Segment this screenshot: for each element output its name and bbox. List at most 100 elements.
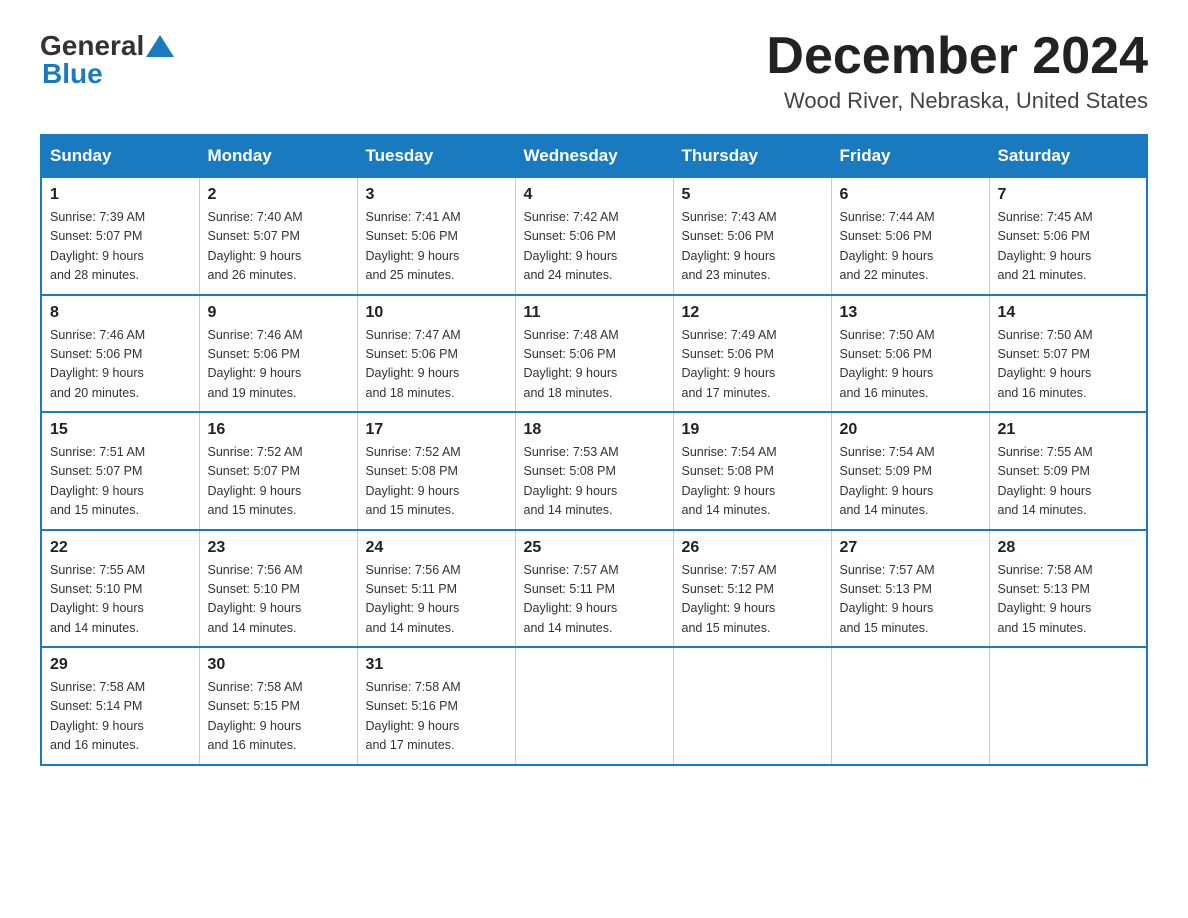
day-number: 2 bbox=[208, 186, 349, 204]
calendar-cell: 2 Sunrise: 7:40 AM Sunset: 5:07 PM Dayli… bbox=[199, 177, 357, 295]
calendar-cell: 15 Sunrise: 7:51 AM Sunset: 5:07 PM Dayl… bbox=[41, 412, 199, 530]
day-number: 22 bbox=[50, 539, 191, 557]
calendar-cell: 10 Sunrise: 7:47 AM Sunset: 5:06 PM Dayl… bbox=[357, 295, 515, 413]
day-number: 9 bbox=[208, 304, 349, 322]
calendar-cell: 8 Sunrise: 7:46 AM Sunset: 5:06 PM Dayli… bbox=[41, 295, 199, 413]
day-info: Sunrise: 7:50 AM Sunset: 5:06 PM Dayligh… bbox=[840, 326, 981, 404]
day-info: Sunrise: 7:44 AM Sunset: 5:06 PM Dayligh… bbox=[840, 208, 981, 286]
calendar-cell: 4 Sunrise: 7:42 AM Sunset: 5:06 PM Dayli… bbox=[515, 177, 673, 295]
calendar-cell: 22 Sunrise: 7:55 AM Sunset: 5:10 PM Dayl… bbox=[41, 530, 199, 648]
day-info: Sunrise: 7:53 AM Sunset: 5:08 PM Dayligh… bbox=[524, 443, 665, 521]
day-number: 23 bbox=[208, 539, 349, 557]
day-number: 31 bbox=[366, 656, 507, 674]
calendar-week-row: 15 Sunrise: 7:51 AM Sunset: 5:07 PM Dayl… bbox=[41, 412, 1147, 530]
calendar-table: SundayMondayTuesdayWednesdayThursdayFrid… bbox=[40, 134, 1148, 766]
calendar-week-row: 29 Sunrise: 7:58 AM Sunset: 5:14 PM Dayl… bbox=[41, 647, 1147, 765]
day-info: Sunrise: 7:45 AM Sunset: 5:06 PM Dayligh… bbox=[998, 208, 1139, 286]
calendar-header-monday: Monday bbox=[199, 135, 357, 177]
day-number: 15 bbox=[50, 421, 191, 439]
day-info: Sunrise: 7:52 AM Sunset: 5:07 PM Dayligh… bbox=[208, 443, 349, 521]
day-number: 27 bbox=[840, 539, 981, 557]
day-info: Sunrise: 7:57 AM Sunset: 5:12 PM Dayligh… bbox=[682, 561, 823, 639]
day-number: 25 bbox=[524, 539, 665, 557]
day-number: 24 bbox=[366, 539, 507, 557]
day-info: Sunrise: 7:51 AM Sunset: 5:07 PM Dayligh… bbox=[50, 443, 191, 521]
day-info: Sunrise: 7:48 AM Sunset: 5:06 PM Dayligh… bbox=[524, 326, 665, 404]
calendar-header-thursday: Thursday bbox=[673, 135, 831, 177]
day-number: 4 bbox=[524, 186, 665, 204]
calendar-cell: 23 Sunrise: 7:56 AM Sunset: 5:10 PM Dayl… bbox=[199, 530, 357, 648]
calendar-cell bbox=[515, 647, 673, 765]
calendar-cell: 17 Sunrise: 7:52 AM Sunset: 5:08 PM Dayl… bbox=[357, 412, 515, 530]
location-title: Wood River, Nebraska, United States bbox=[766, 88, 1148, 114]
calendar-cell: 18 Sunrise: 7:53 AM Sunset: 5:08 PM Dayl… bbox=[515, 412, 673, 530]
calendar-header-row: SundayMondayTuesdayWednesdayThursdayFrid… bbox=[41, 135, 1147, 177]
logo-triangle-icon bbox=[146, 35, 174, 57]
day-info: Sunrise: 7:46 AM Sunset: 5:06 PM Dayligh… bbox=[208, 326, 349, 404]
day-info: Sunrise: 7:41 AM Sunset: 5:06 PM Dayligh… bbox=[366, 208, 507, 286]
calendar-cell: 5 Sunrise: 7:43 AM Sunset: 5:06 PM Dayli… bbox=[673, 177, 831, 295]
calendar-cell: 7 Sunrise: 7:45 AM Sunset: 5:06 PM Dayli… bbox=[989, 177, 1147, 295]
calendar-header-tuesday: Tuesday bbox=[357, 135, 515, 177]
calendar-cell: 30 Sunrise: 7:58 AM Sunset: 5:15 PM Dayl… bbox=[199, 647, 357, 765]
day-number: 17 bbox=[366, 421, 507, 439]
calendar-header-sunday: Sunday bbox=[41, 135, 199, 177]
title-block: December 2024 Wood River, Nebraska, Unit… bbox=[766, 30, 1148, 114]
calendar-cell: 21 Sunrise: 7:55 AM Sunset: 5:09 PM Dayl… bbox=[989, 412, 1147, 530]
day-number: 26 bbox=[682, 539, 823, 557]
calendar-cell: 13 Sunrise: 7:50 AM Sunset: 5:06 PM Dayl… bbox=[831, 295, 989, 413]
day-info: Sunrise: 7:56 AM Sunset: 5:11 PM Dayligh… bbox=[366, 561, 507, 639]
day-number: 30 bbox=[208, 656, 349, 674]
day-number: 8 bbox=[50, 304, 191, 322]
day-info: Sunrise: 7:58 AM Sunset: 5:14 PM Dayligh… bbox=[50, 678, 191, 756]
day-info: Sunrise: 7:57 AM Sunset: 5:13 PM Dayligh… bbox=[840, 561, 981, 639]
day-number: 11 bbox=[524, 304, 665, 322]
day-number: 29 bbox=[50, 656, 191, 674]
calendar-cell: 9 Sunrise: 7:46 AM Sunset: 5:06 PM Dayli… bbox=[199, 295, 357, 413]
calendar-cell: 3 Sunrise: 7:41 AM Sunset: 5:06 PM Dayli… bbox=[357, 177, 515, 295]
page-header: General Blue December 2024 Wood River, N… bbox=[40, 30, 1148, 114]
calendar-header-wednesday: Wednesday bbox=[515, 135, 673, 177]
day-info: Sunrise: 7:42 AM Sunset: 5:06 PM Dayligh… bbox=[524, 208, 665, 286]
day-number: 14 bbox=[998, 304, 1139, 322]
calendar-cell: 12 Sunrise: 7:49 AM Sunset: 5:06 PM Dayl… bbox=[673, 295, 831, 413]
calendar-header-friday: Friday bbox=[831, 135, 989, 177]
day-number: 6 bbox=[840, 186, 981, 204]
day-info: Sunrise: 7:56 AM Sunset: 5:10 PM Dayligh… bbox=[208, 561, 349, 639]
calendar-week-row: 22 Sunrise: 7:55 AM Sunset: 5:10 PM Dayl… bbox=[41, 530, 1147, 648]
day-info: Sunrise: 7:58 AM Sunset: 5:15 PM Dayligh… bbox=[208, 678, 349, 756]
day-info: Sunrise: 7:47 AM Sunset: 5:06 PM Dayligh… bbox=[366, 326, 507, 404]
day-number: 1 bbox=[50, 186, 191, 204]
day-number: 5 bbox=[682, 186, 823, 204]
calendar-cell: 24 Sunrise: 7:56 AM Sunset: 5:11 PM Dayl… bbox=[357, 530, 515, 648]
calendar-cell: 6 Sunrise: 7:44 AM Sunset: 5:06 PM Dayli… bbox=[831, 177, 989, 295]
day-info: Sunrise: 7:40 AM Sunset: 5:07 PM Dayligh… bbox=[208, 208, 349, 286]
day-info: Sunrise: 7:58 AM Sunset: 5:13 PM Dayligh… bbox=[998, 561, 1139, 639]
day-info: Sunrise: 7:43 AM Sunset: 5:06 PM Dayligh… bbox=[682, 208, 823, 286]
day-number: 21 bbox=[998, 421, 1139, 439]
calendar-cell: 16 Sunrise: 7:52 AM Sunset: 5:07 PM Dayl… bbox=[199, 412, 357, 530]
month-title: December 2024 bbox=[766, 30, 1148, 82]
day-info: Sunrise: 7:50 AM Sunset: 5:07 PM Dayligh… bbox=[998, 326, 1139, 404]
day-number: 10 bbox=[366, 304, 507, 322]
day-info: Sunrise: 7:54 AM Sunset: 5:08 PM Dayligh… bbox=[682, 443, 823, 521]
calendar-cell bbox=[673, 647, 831, 765]
day-info: Sunrise: 7:55 AM Sunset: 5:09 PM Dayligh… bbox=[998, 443, 1139, 521]
calendar-cell: 27 Sunrise: 7:57 AM Sunset: 5:13 PM Dayl… bbox=[831, 530, 989, 648]
logo-blue-text: Blue bbox=[42, 58, 103, 89]
day-number: 12 bbox=[682, 304, 823, 322]
day-number: 18 bbox=[524, 421, 665, 439]
day-info: Sunrise: 7:52 AM Sunset: 5:08 PM Dayligh… bbox=[366, 443, 507, 521]
calendar-cell: 11 Sunrise: 7:48 AM Sunset: 5:06 PM Dayl… bbox=[515, 295, 673, 413]
calendar-cell: 28 Sunrise: 7:58 AM Sunset: 5:13 PM Dayl… bbox=[989, 530, 1147, 648]
day-info: Sunrise: 7:46 AM Sunset: 5:06 PM Dayligh… bbox=[50, 326, 191, 404]
day-number: 19 bbox=[682, 421, 823, 439]
calendar-cell bbox=[831, 647, 989, 765]
day-info: Sunrise: 7:49 AM Sunset: 5:06 PM Dayligh… bbox=[682, 326, 823, 404]
calendar-header-saturday: Saturday bbox=[989, 135, 1147, 177]
day-number: 16 bbox=[208, 421, 349, 439]
calendar-cell: 19 Sunrise: 7:54 AM Sunset: 5:08 PM Dayl… bbox=[673, 412, 831, 530]
day-info: Sunrise: 7:58 AM Sunset: 5:16 PM Dayligh… bbox=[366, 678, 507, 756]
calendar-cell bbox=[989, 647, 1147, 765]
day-info: Sunrise: 7:55 AM Sunset: 5:10 PM Dayligh… bbox=[50, 561, 191, 639]
